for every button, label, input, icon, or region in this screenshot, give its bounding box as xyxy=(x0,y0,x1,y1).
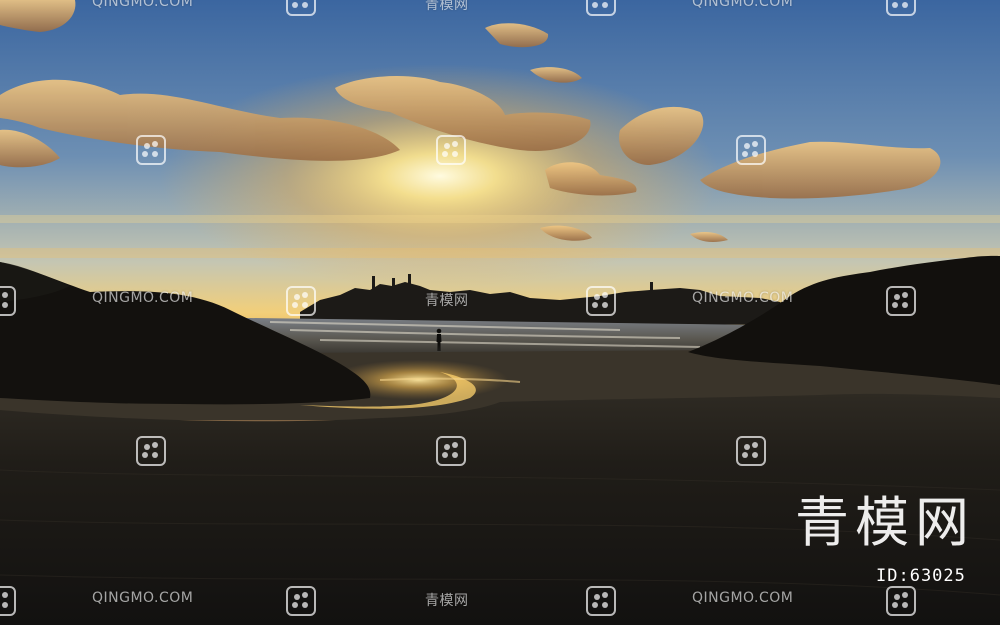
qingmo-logo-icon xyxy=(886,586,916,616)
qingmo-logo-icon xyxy=(586,0,616,16)
watermark-text: QINGMO.COM xyxy=(692,590,794,606)
watermark-text: QINGMO.COM xyxy=(92,290,194,306)
qingmo-logo-icon xyxy=(886,0,916,16)
qingmo-logo-icon xyxy=(736,436,766,466)
qingmo-logo-icon xyxy=(436,436,466,466)
qingmo-logo-icon xyxy=(286,286,316,316)
watermark-text-cjk: 青模网 xyxy=(425,593,469,609)
brand-watermark: 青模网 xyxy=(795,491,975,554)
qingmo-logo-icon xyxy=(136,135,166,165)
qingmo-logo-icon xyxy=(586,586,616,616)
photo-scene: QINGMO.COM 青模网 QINGMO.COM QINGMO.COM 青模网… xyxy=(0,0,1000,625)
qingmo-logo-icon xyxy=(886,286,916,316)
watermark-text: QINGMO.COM xyxy=(692,290,794,306)
qingmo-logo-icon xyxy=(736,135,766,165)
qingmo-logo-icon xyxy=(586,286,616,316)
qingmo-logo-icon xyxy=(286,0,316,16)
image-id-label: ID:63025 xyxy=(876,566,966,586)
qingmo-logo-icon xyxy=(436,135,466,165)
watermark-text: QINGMO.COM xyxy=(692,0,794,10)
watermark-text: QINGMO.COM xyxy=(92,0,194,10)
watermark-text: QINGMO.COM xyxy=(92,590,194,606)
qingmo-logo-icon xyxy=(136,436,166,466)
watermark-text-cjk: 青模网 xyxy=(425,293,469,309)
qingmo-logo-icon xyxy=(0,586,16,616)
watermark-text-cjk: 青模网 xyxy=(425,0,469,13)
qingmo-logo-icon xyxy=(286,586,316,616)
walker-silhouette xyxy=(436,328,442,351)
qingmo-logo-icon xyxy=(0,286,16,316)
